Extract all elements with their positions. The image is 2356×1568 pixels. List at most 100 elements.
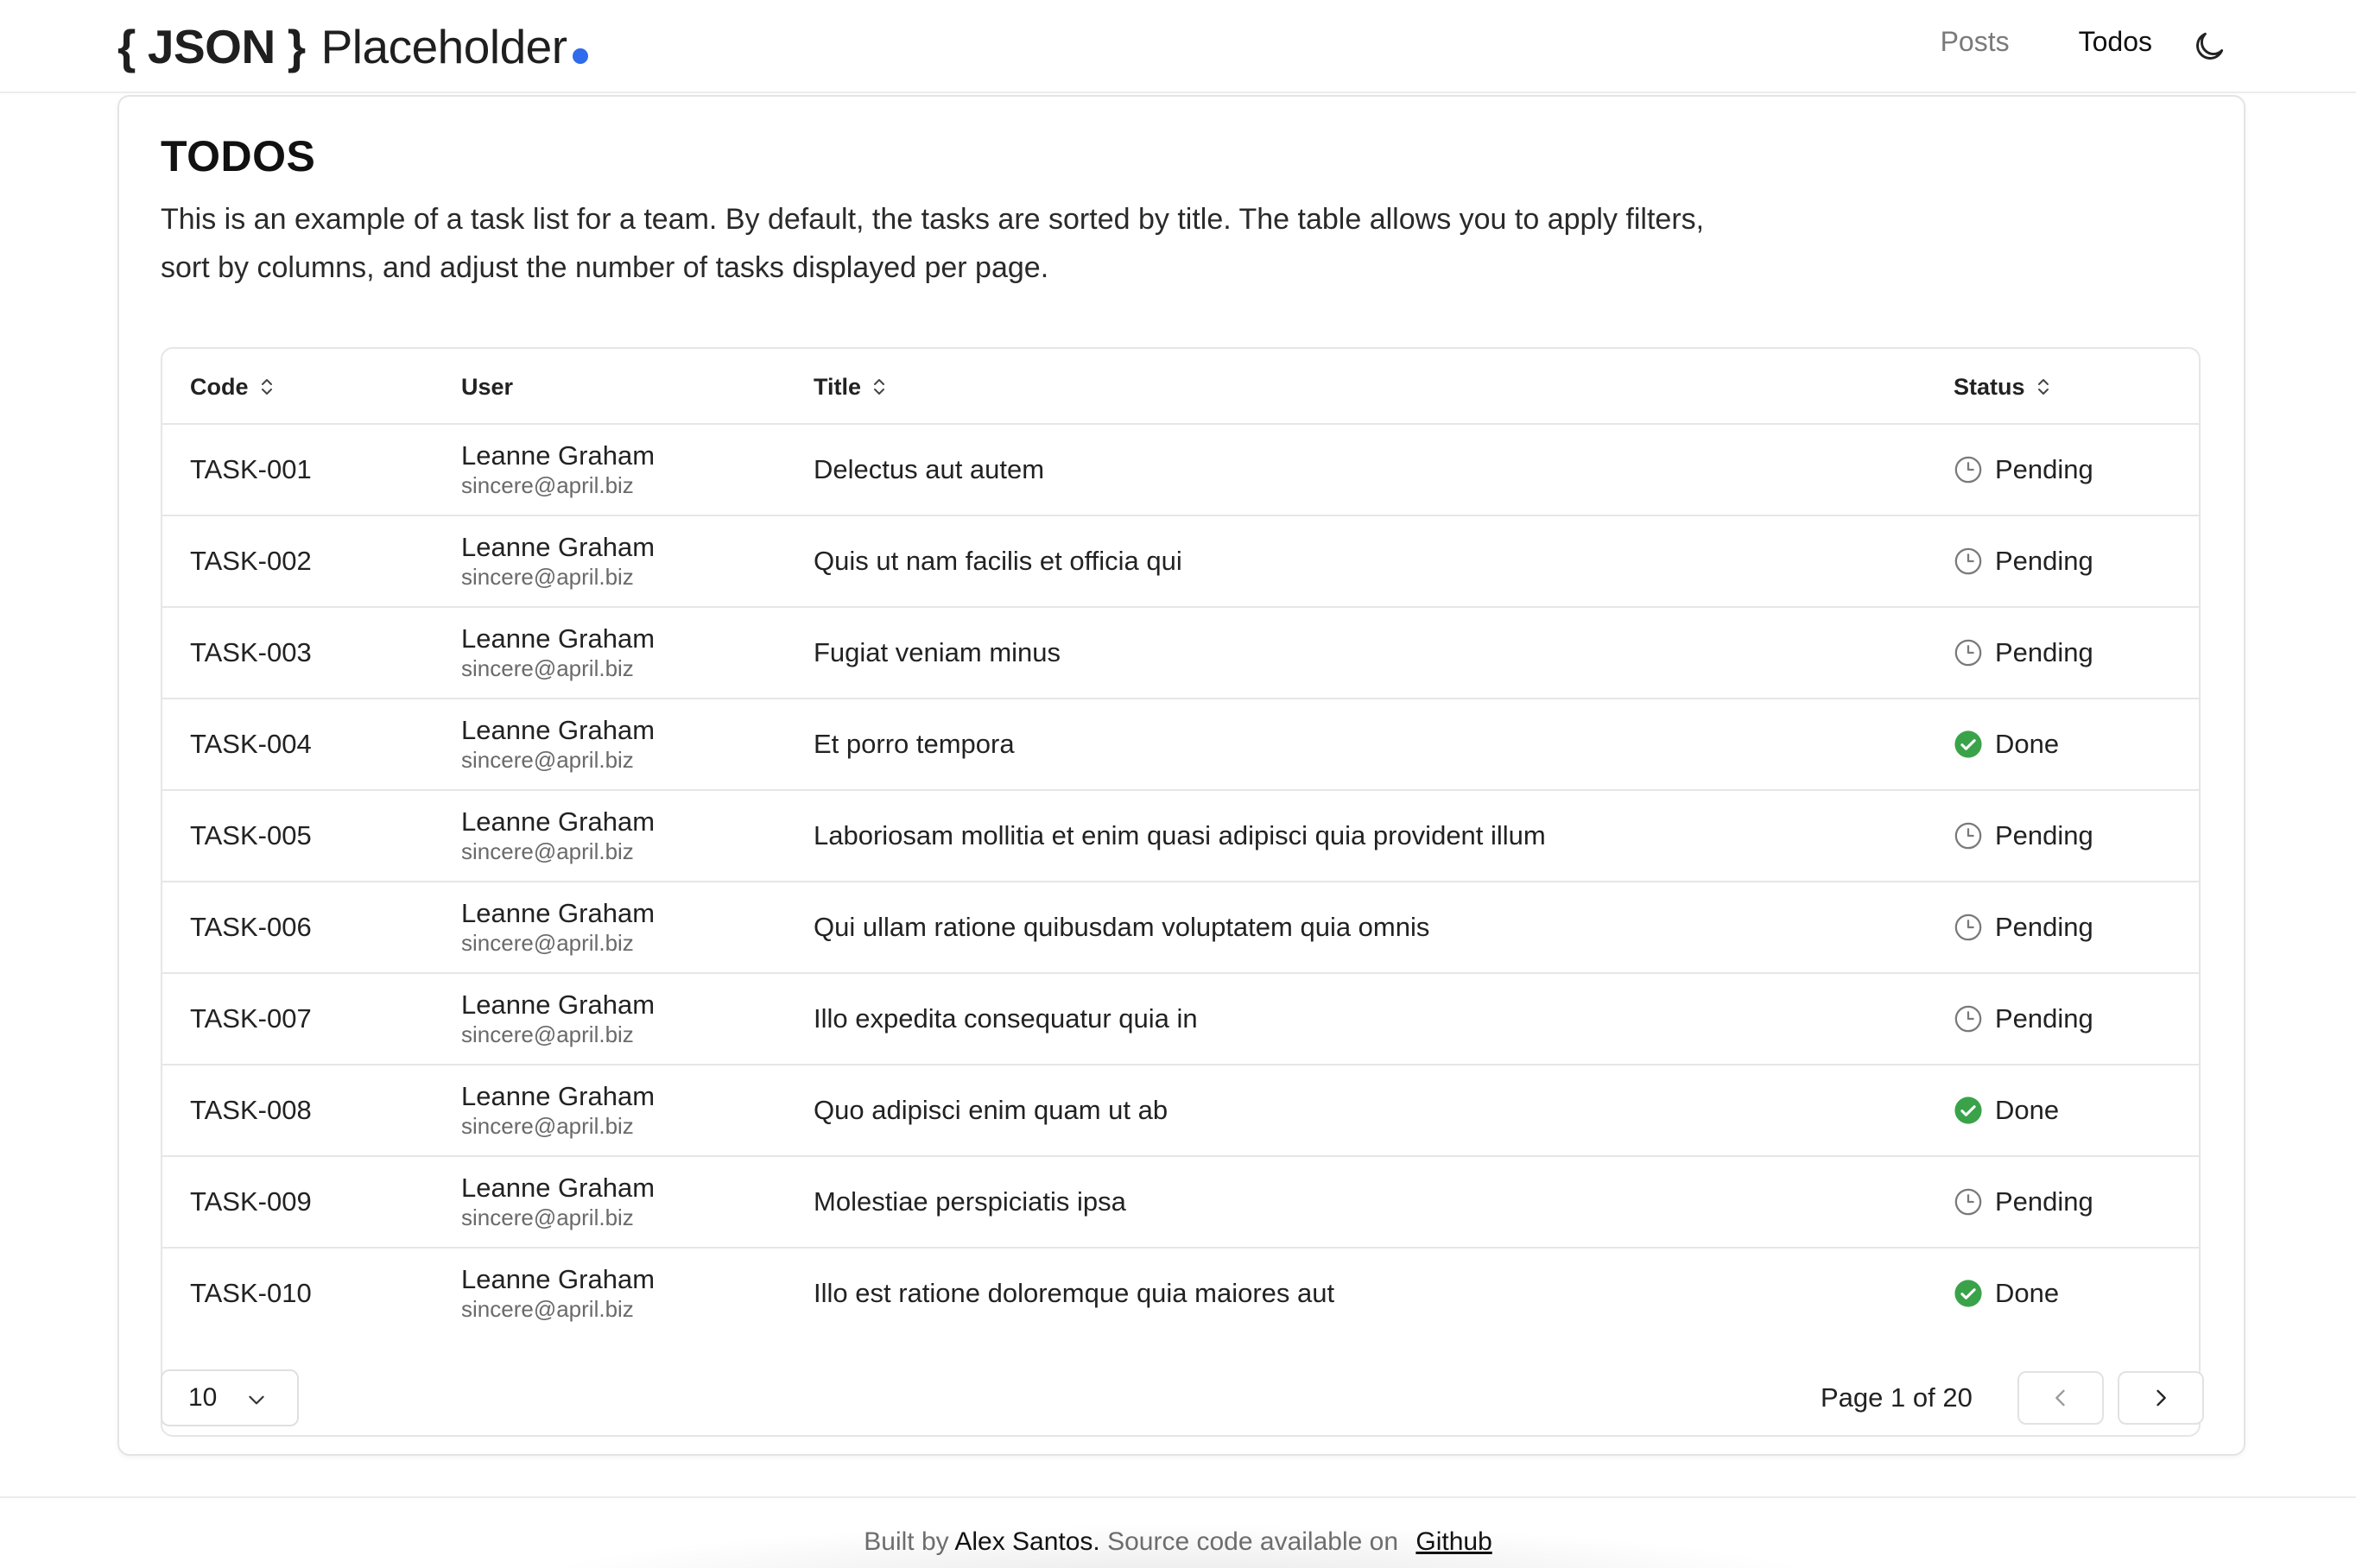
moon-icon [2196,32,2224,60]
task-title: Illo expedita consequatur quia in [814,1003,1198,1034]
status-label: Pending [1995,912,2093,942]
user-name: Leanne Graham [461,898,656,928]
sort-icon[interactable] [2036,376,2051,398]
task-code: TASK-008 [190,1095,312,1125]
next-page-button[interactable] [2118,1371,2204,1425]
user-email: sincere@april.biz [461,472,634,498]
status-badge: Pending [1954,608,2093,698]
status-badge: Done [1954,1249,2059,1338]
column-header-code[interactable]: Code [190,349,275,425]
task-code: TASK-003 [190,637,312,667]
table-row[interactable]: TASK-005 Leanne Graham sincere@april.biz La… [162,791,2199,882]
status-label: Done [1995,1278,2060,1308]
nav-link-todos[interactable]: Todos [2079,26,2152,58]
task-user: Leanne Graham sincere@april.biz [461,974,655,1064]
site-logo[interactable]: { JSON } Placeholder [117,12,588,81]
table-row[interactable]: TASK-006 Leanne Graham sincere@april.biz Qu… [162,882,2199,974]
clock-icon [1954,456,1982,484]
status-badge: Done [1954,699,2059,789]
table-row[interactable]: TASK-001 Leanne Graham sincere@april.biz De… [162,425,2199,516]
column-header-label: Title [814,373,862,400]
footer: Built by Alex Santos. Source code availa… [0,1496,2356,1568]
task-code: TASK-002 [190,546,312,576]
check-circle-icon [1954,730,1982,758]
status-label: Done [1995,1095,2060,1125]
task-user: Leanne Graham sincere@april.biz [461,699,655,789]
status-label: Pending [1995,1003,2093,1034]
sort-icon[interactable] [871,376,887,398]
status-badge: Pending [1954,974,2093,1064]
chevron-down-icon [249,1395,264,1405]
logo-json: JSON [147,20,276,73]
user-email: sincere@april.biz [461,1204,634,1230]
task-code: TASK-006 [190,912,312,942]
column-header-title[interactable]: Title [814,349,887,425]
footer-text: Built by Alex Santos. Source code availa… [0,1527,2356,1557]
status-label: Pending [1995,637,2093,667]
column-header-label: User [461,373,514,400]
sort-icon[interactable] [259,376,275,398]
task-title: Fugiat veniam minus [814,637,1061,667]
status-badge: Pending [1954,882,2093,972]
task-code: TASK-007 [190,1003,312,1034]
user-email: sincere@april.biz [461,1113,634,1139]
task-user: Leanne Graham sincere@april.biz [461,516,655,606]
user-email: sincere@april.biz [461,655,634,681]
task-title: Laboriosam mollitia et enim quasi adipis… [814,820,1546,850]
table-row[interactable]: TASK-008 Leanne Graham sincere@april.biz Qu… [162,1065,2199,1157]
user-name: Leanne Graham [461,1173,656,1203]
user-name: Leanne Graham [461,715,656,745]
user-email: sincere@april.biz [461,930,634,956]
task-code: TASK-009 [190,1186,312,1217]
clock-icon [1954,914,1982,941]
status-badge: Pending [1954,516,2093,606]
github-link[interactable]: Github [1416,1527,1492,1556]
task-title: Quo adipisci enim quam ut ab [814,1095,1168,1125]
page-size-value: 10 [188,1383,218,1412]
task-title: Quis ut nam facilis et officia qui [814,546,1182,576]
table-row[interactable]: TASK-010 Leanne Graham sincere@april.biz Il… [162,1249,2199,1340]
previous-page-button[interactable] [2017,1371,2104,1425]
task-user: Leanne Graham sincere@april.biz [461,608,655,698]
table-row[interactable]: TASK-004 Leanne Graham sincere@april.biz Et… [162,699,2199,791]
logo-dot [572,48,588,64]
todos-table: Code User Title Status TASK-001 Leanne Gr… [161,347,2201,1437]
nav-link-posts[interactable]: Posts [1941,26,2010,58]
table-row[interactable]: TASK-003 Leanne Graham sincere@april.biz Fu… [162,608,2199,699]
theme-toggle-button[interactable] [2190,28,2228,66]
clock-icon [1954,547,1982,575]
task-code: TASK-010 [190,1278,312,1308]
user-name: Leanne Graham [461,532,656,562]
todos-card: TODOS This is an example of a task list … [117,95,2245,1456]
logo-name: Placeholder [320,20,567,73]
task-title: Illo est ratione doloremque quia maiores… [814,1278,1335,1308]
status-label: Pending [1995,546,2093,576]
table-row[interactable]: TASK-009 Leanne Graham sincere@april.biz Mo… [162,1157,2199,1249]
chevron-left-icon [2055,1389,2065,1407]
page-info: Page 1 of 20 [1821,1382,1973,1413]
user-name: Leanne Graham [461,440,656,471]
table-header: Code User Title Status [162,349,2199,425]
table-row[interactable]: TASK-007 Leanne Graham sincere@april.biz Il… [162,974,2199,1065]
task-user: Leanne Graham sincere@april.biz [461,425,655,515]
column-header-user: User [461,349,513,425]
column-header-status[interactable]: Status [1954,349,2051,425]
task-title: Qui ullam ratione quibusdam voluptatem q… [814,912,1430,942]
task-user: Leanne Graham sincere@april.biz [461,1065,655,1155]
table-row[interactable]: TASK-002 Leanne Graham sincere@april.biz Qu… [162,516,2199,608]
chevron-right-icon [2156,1389,2166,1407]
top-navbar: { JSON } Placeholder Posts Todos [0,0,2356,93]
task-code: TASK-005 [190,820,312,850]
status-label: Pending [1995,820,2093,850]
task-user: Leanne Graham sincere@april.biz [461,882,655,972]
page-description: This is an example of a task list for a … [161,203,1705,284]
status-badge: Pending [1954,1157,2093,1247]
status-label: Pending [1995,454,2093,484]
user-name: Leanne Graham [461,1264,656,1294]
status-label: Pending [1995,1186,2093,1217]
check-circle-icon [1954,1280,1982,1307]
clock-icon [1954,639,1982,667]
task-code: TASK-004 [190,729,312,759]
column-header-label: Status [1954,373,2025,400]
page-size-select[interactable]: 10 [161,1369,299,1426]
